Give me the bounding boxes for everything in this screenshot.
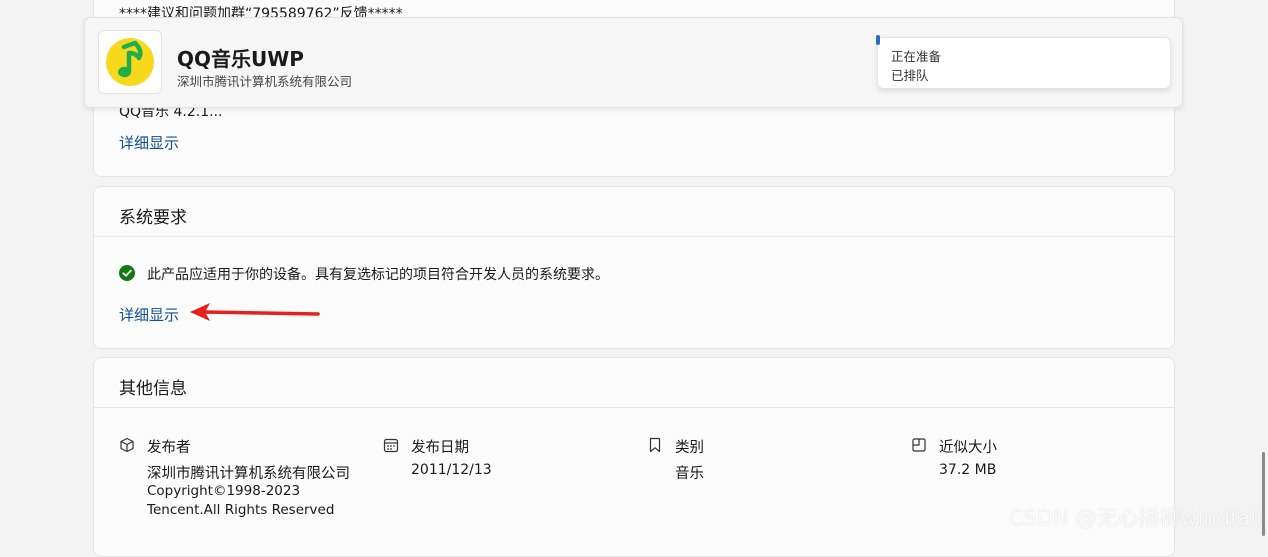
system-requirements-status: 此产品应适用于你的设备。具有复选标记的项目符合开发人员的系统要求。 bbox=[147, 267, 609, 283]
description-show-details-link[interactable]: 详细显示 bbox=[119, 132, 179, 153]
other-info-title: 其他信息 bbox=[119, 379, 187, 399]
release-date-value: 2011/12/13 bbox=[411, 462, 492, 478]
status-secondary: 已排队 bbox=[891, 68, 929, 83]
publisher-rights: Tencent.All Rights Reserved bbox=[147, 502, 335, 518]
watermark: CSDN @无心插柳windfall bbox=[1008, 506, 1262, 530]
calendar-icon bbox=[383, 438, 399, 453]
status-primary: 正在准备 bbox=[891, 49, 942, 64]
scrollbar[interactable] bbox=[1262, 452, 1265, 536]
package-icon bbox=[120, 437, 134, 453]
publisher-copyright: Copyright©1998-2023 bbox=[147, 483, 301, 499]
release-date-label: 发布日期 bbox=[411, 440, 469, 456]
category-link[interactable]: 音乐 bbox=[675, 462, 704, 483]
size-value: 37.2 MB bbox=[939, 462, 997, 478]
qq-music-icon bbox=[106, 38, 154, 86]
publisher-link[interactable]: 深圳市腾讯计算机系统有限公司 bbox=[147, 462, 350, 483]
size-label: 近似大小 bbox=[939, 440, 997, 456]
size-icon bbox=[912, 438, 926, 452]
check-circle-icon bbox=[119, 265, 135, 281]
system-requirements-show-details-link[interactable]: 详细显示 bbox=[119, 304, 179, 325]
app-publisher: 深圳市腾讯计算机系统有限公司 bbox=[177, 74, 353, 89]
install-status-box: 正在准备 已排队 bbox=[877, 37, 1171, 89]
system-requirements-title: 系统要求 bbox=[119, 208, 187, 228]
app-icon bbox=[98, 30, 162, 94]
publisher-label: 发布者 bbox=[147, 440, 191, 456]
status-accent bbox=[876, 35, 880, 45]
category-label: 类别 bbox=[675, 440, 704, 456]
red-arrow-annotation bbox=[190, 303, 320, 321]
app-name: QQ音乐UWP bbox=[177, 47, 304, 71]
install-status-bar[interactable]: QQ音乐UWP 深圳市腾讯计算机系统有限公司 正在准备 已排队 bbox=[84, 17, 1183, 108]
bookmark-icon bbox=[649, 437, 661, 453]
section-divider bbox=[94, 236, 1174, 237]
section-divider bbox=[94, 407, 1174, 408]
